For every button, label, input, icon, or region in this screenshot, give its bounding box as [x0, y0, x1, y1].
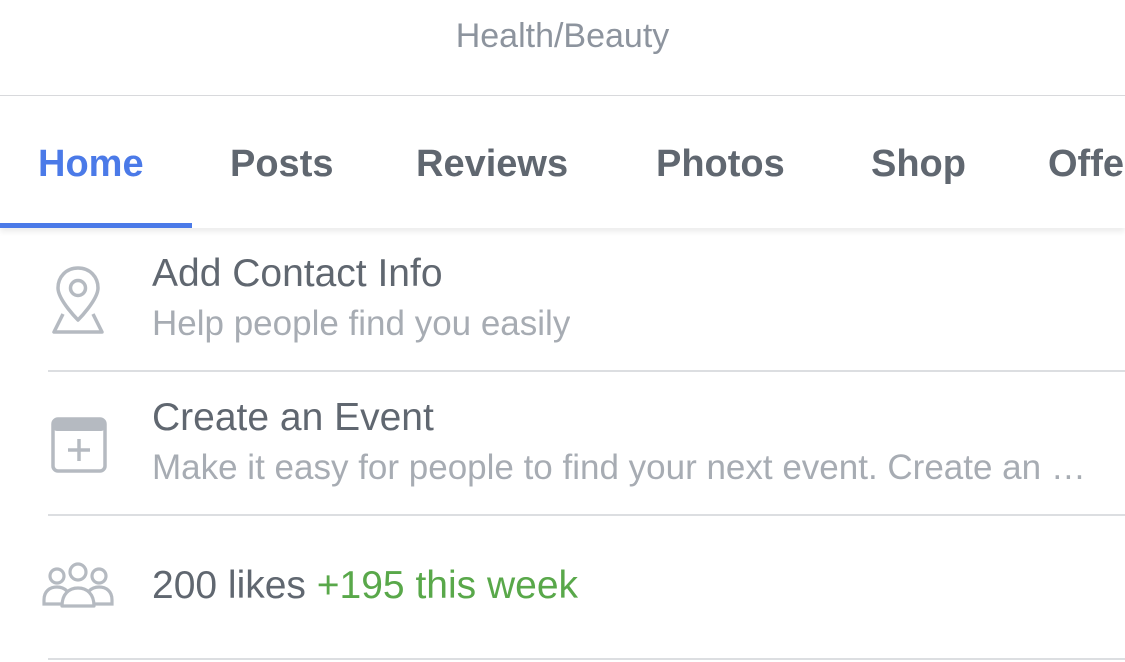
- create-event-title: Create an Event: [152, 396, 434, 439]
- people-group-icon: [40, 560, 116, 617]
- likes-count: 200 likes: [152, 564, 306, 607]
- tab-home[interactable]: Home: [38, 97, 144, 228]
- active-tab-indicator: [0, 223, 192, 228]
- calendar-add-icon: [48, 414, 110, 481]
- contact-info-title: Add Contact Info: [152, 252, 443, 295]
- tab-shop[interactable]: Shop: [871, 97, 966, 228]
- add-contact-info-row[interactable]: Add Contact Info Help people find you ea…: [0, 228, 1125, 371]
- page-info-screen: Health/Beauty Home Posts Reviews Photos …: [0, 0, 1125, 662]
- location-pin-icon: [40, 262, 116, 343]
- contact-info-subtitle: Help people find you easily: [152, 304, 571, 343]
- likes-weekly-delta: +195 this week: [316, 564, 579, 607]
- likes-summary: 200 likes +195 this week: [152, 564, 578, 608]
- tab-reviews[interactable]: Reviews: [416, 97, 568, 228]
- tab-offers[interactable]: Offers: [1048, 97, 1125, 228]
- tab-photos[interactable]: Photos: [656, 97, 785, 228]
- tab-posts[interactable]: Posts: [230, 97, 333, 228]
- tab-bar: Home Posts Reviews Photos Shop Offers: [0, 97, 1125, 228]
- likes-row[interactable]: 200 likes +195 this week: [0, 516, 1125, 659]
- create-event-subtitle: Make it easy for people to find your nex…: [152, 448, 1087, 487]
- row-divider: [48, 658, 1125, 660]
- page-category: Health/Beauty: [0, 0, 1125, 96]
- create-event-row[interactable]: Create an Event Make it easy for people …: [0, 372, 1125, 515]
